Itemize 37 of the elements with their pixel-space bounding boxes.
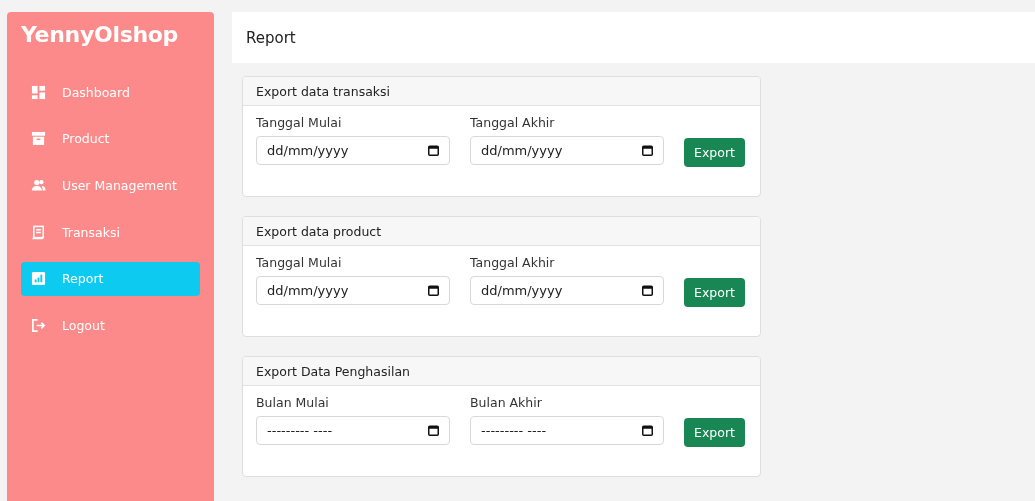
card-title: Export data transaksi bbox=[243, 77, 760, 106]
dashboard-icon bbox=[31, 84, 46, 100]
date-field[interactable]: dd/mm/yyyy bbox=[470, 136, 664, 165]
logout-icon bbox=[31, 317, 46, 333]
calendar-icon[interactable] bbox=[428, 285, 439, 296]
field-label: Tanggal Akhir bbox=[470, 115, 556, 130]
date-field[interactable]: dd/mm/yyyy bbox=[470, 276, 664, 305]
calendar-icon[interactable] bbox=[642, 285, 653, 296]
export-button[interactable]: Export bbox=[684, 418, 745, 447]
card-title: Export Data Penghasilan bbox=[243, 357, 760, 386]
bar-chart-icon bbox=[31, 271, 46, 287]
calendar-icon[interactable] bbox=[428, 425, 439, 436]
archive-box-icon bbox=[31, 131, 46, 147]
calendar-icon[interactable] bbox=[642, 425, 653, 436]
date-field[interactable]: dd/mm/yyyy bbox=[256, 136, 450, 165]
date-field[interactable]: --------- ---- bbox=[256, 416, 450, 445]
users-icon bbox=[31, 177, 46, 193]
export-button[interactable]: Export bbox=[684, 138, 745, 167]
card-title: Export data product bbox=[243, 217, 760, 246]
sidebar-item[interactable]: User Management bbox=[21, 168, 200, 203]
sidebar-item[interactable]: Product bbox=[21, 121, 200, 156]
field-label: Bulan Mulai bbox=[256, 395, 330, 410]
calendar-icon[interactable] bbox=[428, 145, 439, 156]
calendar-icon[interactable] bbox=[642, 145, 653, 156]
receipt-icon bbox=[31, 224, 46, 240]
field-label: Tanggal Mulai bbox=[256, 255, 343, 270]
brand-logo-text: YennyOlshop bbox=[21, 22, 180, 47]
page-title: Report bbox=[246, 28, 296, 47]
date-field[interactable]: dd/mm/yyyy bbox=[256, 276, 450, 305]
field-label: Bulan Akhir bbox=[470, 395, 543, 410]
field-label: Tanggal Akhir bbox=[470, 255, 556, 270]
sidebar-item[interactable]: Logout bbox=[21, 308, 200, 343]
sidebar-item[interactable]: Transaksi bbox=[21, 215, 200, 250]
date-field[interactable]: --------- ---- bbox=[470, 416, 664, 445]
sidebar-item[interactable]: Dashboard bbox=[21, 75, 200, 109]
field-label: Tanggal Mulai bbox=[256, 115, 343, 130]
export-button[interactable]: Export bbox=[684, 278, 745, 307]
